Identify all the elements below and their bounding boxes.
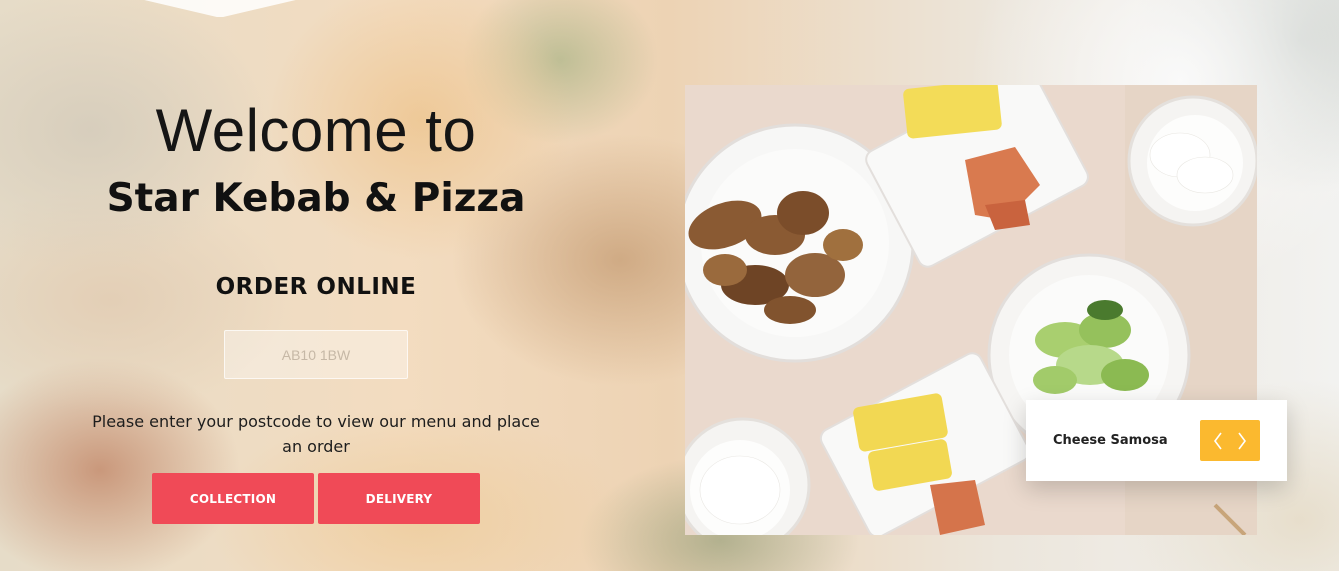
restaurant-name: Star Kebab & Pizza xyxy=(106,176,526,221)
postcode-input[interactable] xyxy=(224,330,408,379)
collection-button[interactable]: COLLECTION xyxy=(152,473,314,524)
delivery-button[interactable]: DELIVERY xyxy=(318,473,480,524)
order-online-heading: ORDER ONLINE xyxy=(215,274,417,300)
postcode-instructions: Please enter your postcode to view our m… xyxy=(92,412,540,456)
slider-caption: Cheese Samosa xyxy=(1053,433,1168,448)
chevron-right-icon[interactable] xyxy=(1234,427,1250,455)
order-type-buttons: COLLECTION DELIVERY xyxy=(152,473,480,524)
slider-caption-card: Cheese Samosa xyxy=(1026,400,1287,481)
welcome-heading: Welcome to xyxy=(155,97,477,164)
chevron-left-icon[interactable] xyxy=(1210,427,1226,455)
hero-intro: Welcome to Star Kebab & Pizza ORDER ONLI… xyxy=(86,96,546,459)
slider-controls xyxy=(1200,420,1260,461)
